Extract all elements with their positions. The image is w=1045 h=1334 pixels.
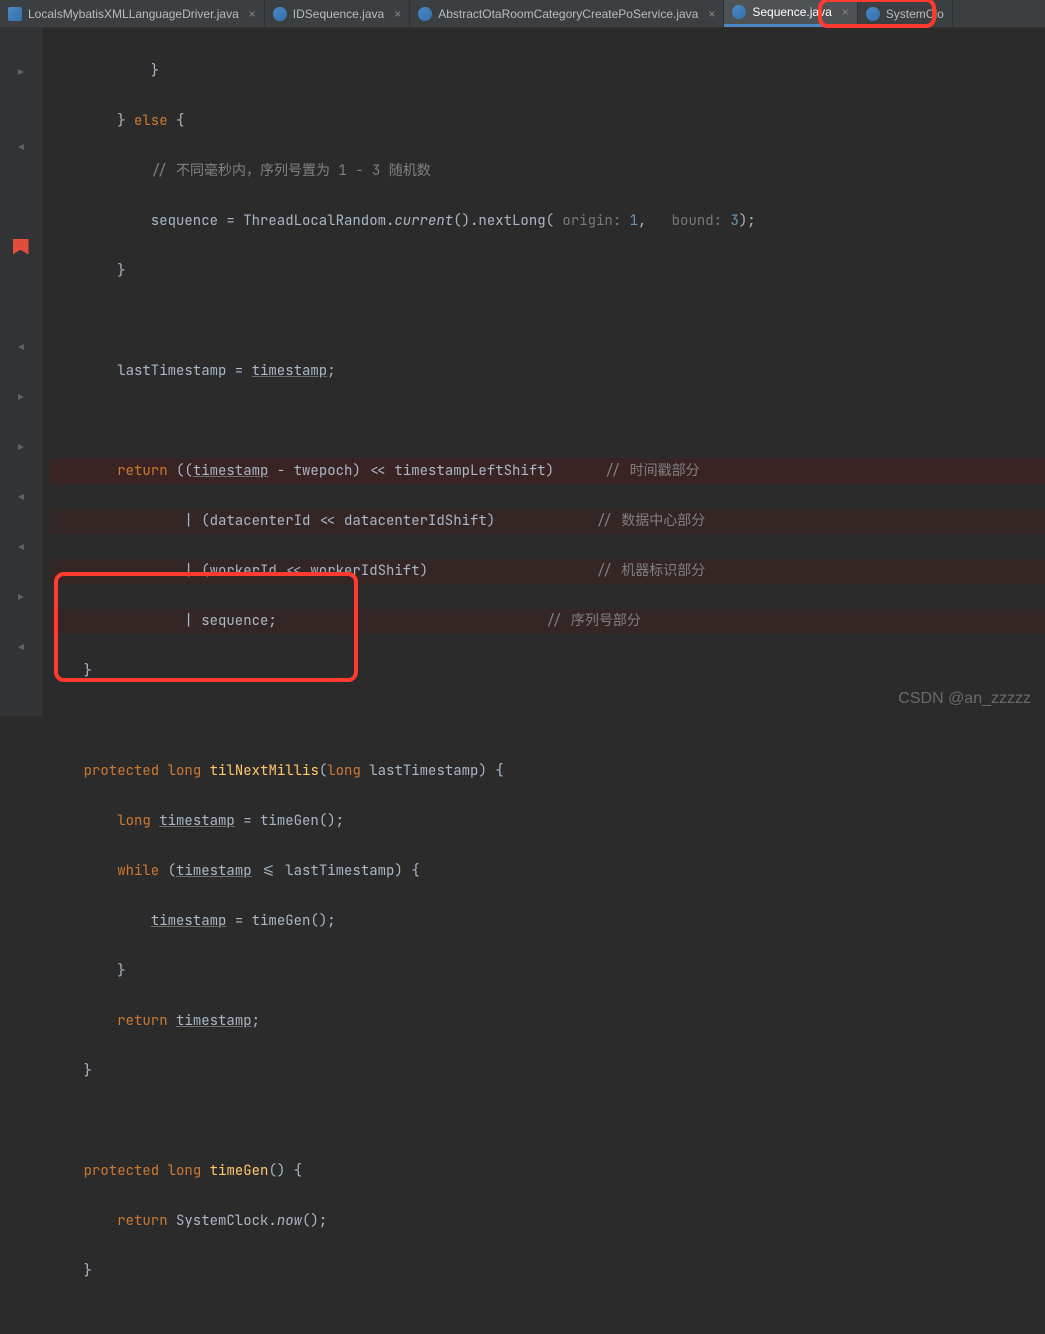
- fold-indicator-icon[interactable]: [0, 534, 41, 559]
- fold-indicator-icon[interactable]: [0, 59, 41, 84]
- tab-abstract-ota[interactable]: AbstractOtaRoomCategoryCreatePoService.j…: [410, 0, 724, 27]
- close-icon[interactable]: ×: [704, 7, 715, 21]
- tab-label: SystemClo: [886, 7, 944, 21]
- class-file-icon: [418, 7, 432, 21]
- close-icon[interactable]: ×: [245, 7, 256, 21]
- class-file-icon: [866, 7, 880, 21]
- bookmark-icon[interactable]: [0, 234, 41, 259]
- fold-indicator-icon[interactable]: [0, 434, 41, 459]
- class-file-icon: [732, 5, 746, 19]
- watermark: CSDN @an_zzzzz: [898, 690, 1031, 708]
- tab-idsequence[interactable]: IDSequence.java ×: [265, 0, 410, 27]
- tab-systemclock[interactable]: SystemClo: [858, 0, 953, 27]
- code-content[interactable]: } } else { // 不同毫秒内，序列号置为 1 - 3 随机数 sequ…: [42, 28, 1045, 716]
- tab-label: LocalsMybatisXMLLanguageDriver.java: [28, 7, 239, 21]
- tab-label: AbstractOtaRoomCategoryCreatePoService.j…: [438, 7, 698, 21]
- class-file-icon: [273, 7, 287, 21]
- close-icon[interactable]: ×: [838, 5, 849, 19]
- close-icon[interactable]: ×: [390, 7, 401, 21]
- fold-indicator-icon[interactable]: [0, 334, 41, 359]
- tab-locals-mybatis[interactable]: LocalsMybatisXMLLanguageDriver.java ×: [0, 0, 265, 27]
- fold-indicator-icon[interactable]: [0, 484, 41, 509]
- java-file-icon: [8, 7, 22, 21]
- tab-label: Sequence.java: [752, 5, 831, 19]
- fold-indicator-icon[interactable]: [0, 584, 41, 609]
- tab-label: IDSequence.java: [293, 7, 384, 21]
- editor-area: } } else { // 不同毫秒内，序列号置为 1 - 3 随机数 sequ…: [0, 28, 1045, 716]
- tab-sequence[interactable]: Sequence.java ×: [724, 0, 857, 27]
- editor-tabs: LocalsMybatisXMLLanguageDriver.java × ID…: [0, 0, 1045, 28]
- fold-indicator-icon[interactable]: [0, 384, 41, 409]
- gutter: [0, 28, 42, 716]
- fold-indicator-icon[interactable]: [0, 134, 41, 159]
- fold-indicator-icon[interactable]: [0, 634, 41, 659]
